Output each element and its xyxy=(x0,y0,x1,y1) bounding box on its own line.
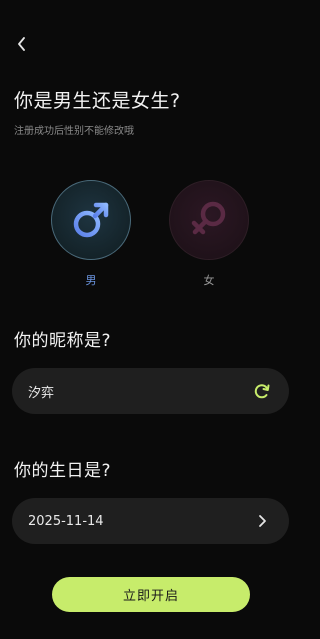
nickname-field[interactable]: 汐弈 xyxy=(12,368,289,414)
birthday-question-title: 你的生日是? xyxy=(14,461,112,481)
back-button[interactable] xyxy=(12,34,32,54)
nickname-value[interactable]: 汐弈 xyxy=(28,382,251,401)
female-symbol-icon xyxy=(191,201,226,235)
male-symbol-icon xyxy=(73,202,109,238)
gender-label-female: 女 xyxy=(203,274,215,287)
gender-question-title: 你是男生还是女生? xyxy=(14,90,181,112)
gender-option-male[interactable] xyxy=(51,180,131,260)
chevron-left-icon xyxy=(18,37,25,51)
refresh-icon[interactable] xyxy=(251,380,273,402)
gender-hint-text: 注册成功后性别不能修改哦 xyxy=(14,126,134,137)
register-screen: 你是男生还是女生? 注册成功后性别不能修改哦 男 女 你的昵称是? 汐弈 你的生… xyxy=(0,0,300,639)
nickname-question-title: 你的昵称是? xyxy=(14,331,112,351)
gender-label-male: 男 xyxy=(85,274,97,287)
start-button[interactable]: 立即开启 xyxy=(52,577,250,612)
chevron-right-icon xyxy=(251,510,273,532)
gender-option-female[interactable] xyxy=(169,180,249,260)
birthday-value: 2025-11-14 xyxy=(28,513,104,529)
birthday-field[interactable]: 2025-11-14 xyxy=(12,498,289,544)
